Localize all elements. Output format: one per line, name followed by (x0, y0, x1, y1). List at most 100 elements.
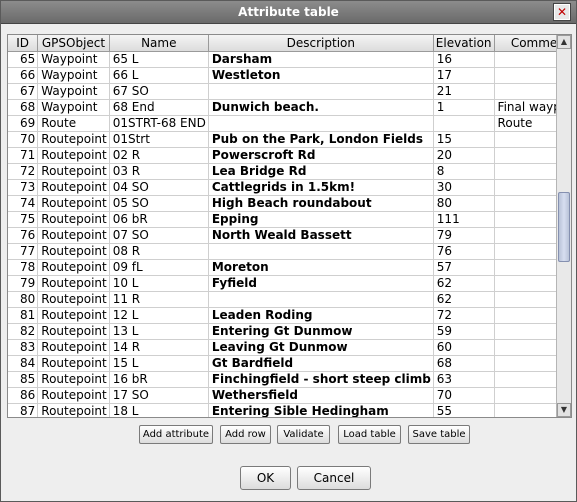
cell-elevation[interactable]: 62 (433, 275, 495, 292)
cell-name[interactable]: 68 End (109, 99, 209, 116)
cell-comment[interactable] (494, 275, 556, 292)
cell-name[interactable]: 07 SO (109, 227, 209, 244)
table-row[interactable]: 86 Routepoint 17 SO Wethersfield 70 (8, 387, 556, 404)
cell-name[interactable]: 11 R (109, 291, 209, 308)
cell-gpsobject[interactable]: Routepoint (37, 195, 110, 212)
cell-comment[interactable] (494, 323, 556, 340)
cell-name[interactable]: 08 R (109, 243, 209, 260)
table-row[interactable]: 81 Routepoint 12 L Leaden Roding 72 (8, 307, 556, 324)
cell-elevation[interactable]: 21 (433, 83, 495, 100)
cell-description[interactable]: High Beach roundabout (208, 195, 434, 212)
cell-name[interactable]: 17 SO (109, 387, 209, 404)
cell-elevation[interactable]: 30 (433, 179, 495, 196)
table-row[interactable]: 85 Routepoint 16 bR Finchingfield - short s… (8, 371, 556, 388)
cell-id[interactable]: 87 (8, 403, 39, 417)
cell-comment[interactable] (494, 355, 556, 372)
cell-elevation[interactable]: 15 (433, 131, 495, 148)
cell-description[interactable] (208, 83, 434, 100)
table-row[interactable]: 68 Waypoint 68 End Dunwich beach. 1 Final way… (8, 99, 556, 116)
cell-description[interactable] (208, 291, 434, 308)
cell-name[interactable]: 01Strt (109, 131, 209, 148)
cell-id[interactable]: 81 (8, 307, 39, 324)
cell-gpsobject[interactable]: Route (37, 115, 110, 132)
add-row-button[interactable]: Add row (220, 425, 271, 444)
table-row[interactable]: 65 Waypoint 65 L Darsham 16 (8, 51, 556, 68)
cell-description[interactable] (208, 115, 434, 132)
cell-comment[interactable]: Route (494, 115, 556, 132)
table-row[interactable]: 87 Routepoint 18 L Entering Sible Hedingham… (8, 403, 556, 417)
table-row[interactable]: 83 Routepoint 14 R Leaving Gt Dunmow 60 (8, 339, 556, 356)
table-row[interactable]: 78 Routepoint 09 fL Moreton 57 (8, 259, 556, 276)
cell-name[interactable]: 10 L (109, 275, 209, 292)
cell-name[interactable]: 13 L (109, 323, 209, 340)
cell-gpsobject[interactable]: Routepoint (37, 387, 110, 404)
cell-id[interactable]: 70 (8, 131, 39, 148)
cell-gpsobject[interactable]: Routepoint (37, 259, 110, 276)
cell-id[interactable]: 71 (8, 147, 39, 164)
cell-description[interactable]: Epping (208, 211, 434, 228)
cell-gpsobject[interactable]: Routepoint (37, 291, 110, 308)
cell-description[interactable]: Westleton (208, 67, 434, 84)
cell-id[interactable]: 77 (8, 243, 39, 260)
cell-gpsobject[interactable]: Routepoint (37, 403, 110, 417)
column-header-id[interactable]: ID (8, 35, 39, 52)
cell-comment[interactable] (494, 243, 556, 260)
table-row[interactable]: 70 Routepoint 01Strt Pub on the Park, Londo… (8, 131, 556, 148)
cell-comment[interactable] (494, 195, 556, 212)
cell-gpsobject[interactable]: Routepoint (37, 163, 110, 180)
cell-id[interactable]: 72 (8, 163, 39, 180)
cell-comment[interactable] (494, 259, 556, 276)
table-row[interactable]: 66 Waypoint 66 L Westleton 17 (8, 67, 556, 84)
cell-name[interactable]: 12 L (109, 307, 209, 324)
cell-elevation[interactable]: 17 (433, 67, 495, 84)
cell-elevation[interactable] (433, 115, 495, 132)
cell-description[interactable]: North Weald Bassett (208, 227, 434, 244)
cell-gpsobject[interactable]: Waypoint (37, 51, 110, 68)
cell-id[interactable]: 76 (8, 227, 39, 244)
table-row[interactable]: 80 Routepoint 11 R 62 (8, 291, 556, 308)
cell-description[interactable] (208, 243, 434, 260)
cell-comment[interactable]: Final waypoint (494, 99, 556, 116)
cell-name[interactable]: 14 R (109, 339, 209, 356)
cell-comment[interactable] (494, 179, 556, 196)
cell-id[interactable]: 78 (8, 259, 39, 276)
cell-gpsobject[interactable]: Routepoint (37, 131, 110, 148)
cell-comment[interactable] (494, 387, 556, 404)
cell-id[interactable]: 73 (8, 179, 39, 196)
cell-comment[interactable] (494, 163, 556, 180)
cell-name[interactable]: 65 L (109, 51, 209, 68)
cell-description[interactable]: Powerscroft Rd (208, 147, 434, 164)
cell-description[interactable]: Entering Sible Hedingham (208, 403, 434, 417)
table-row[interactable]: 76 Routepoint 07 SO North Weald Bassett 79 (8, 227, 556, 244)
cell-name[interactable]: 67 SO (109, 83, 209, 100)
cell-name[interactable]: 15 L (109, 355, 209, 372)
cell-id[interactable]: 80 (8, 291, 39, 308)
cell-id[interactable]: 67 (8, 83, 39, 100)
cell-elevation[interactable]: 111 (433, 211, 495, 228)
cell-comment[interactable] (494, 83, 556, 100)
down-arrow-icon[interactable]: ▼ (557, 403, 571, 417)
cell-gpsobject[interactable]: Routepoint (37, 243, 110, 260)
cell-id[interactable]: 69 (8, 115, 39, 132)
table-row[interactable]: 69 Route 01STRT-68 END Route (8, 115, 556, 132)
cell-description[interactable]: Gt Bardfield (208, 355, 434, 372)
table-row[interactable]: 82 Routepoint 13 L Entering Gt Dunmow 59 (8, 323, 556, 340)
cell-gpsobject[interactable]: Routepoint (37, 275, 110, 292)
validate-button[interactable]: Validate (277, 425, 330, 444)
column-header-comment[interactable]: Comment (494, 35, 556, 52)
table-row[interactable]: 79 Routepoint 10 L Fyfield 62 (8, 275, 556, 292)
cell-elevation[interactable]: 63 (433, 371, 495, 388)
cell-id[interactable]: 75 (8, 211, 39, 228)
cell-id[interactable]: 68 (8, 99, 39, 116)
cell-gpsobject[interactable]: Routepoint (37, 179, 110, 196)
cell-name[interactable]: 01STRT-68 END (109, 115, 209, 132)
cell-gpsobject[interactable]: Waypoint (37, 99, 110, 116)
cell-elevation[interactable]: 1 (433, 99, 495, 116)
table-row[interactable]: 71 Routepoint 02 R Powerscroft Rd 20 (8, 147, 556, 164)
cell-id[interactable]: 79 (8, 275, 39, 292)
cell-comment[interactable] (494, 403, 556, 417)
cell-id[interactable]: 82 (8, 323, 39, 340)
cell-id[interactable]: 85 (8, 371, 39, 388)
cell-name[interactable]: 04 SO (109, 179, 209, 196)
cell-elevation[interactable]: 76 (433, 243, 495, 260)
